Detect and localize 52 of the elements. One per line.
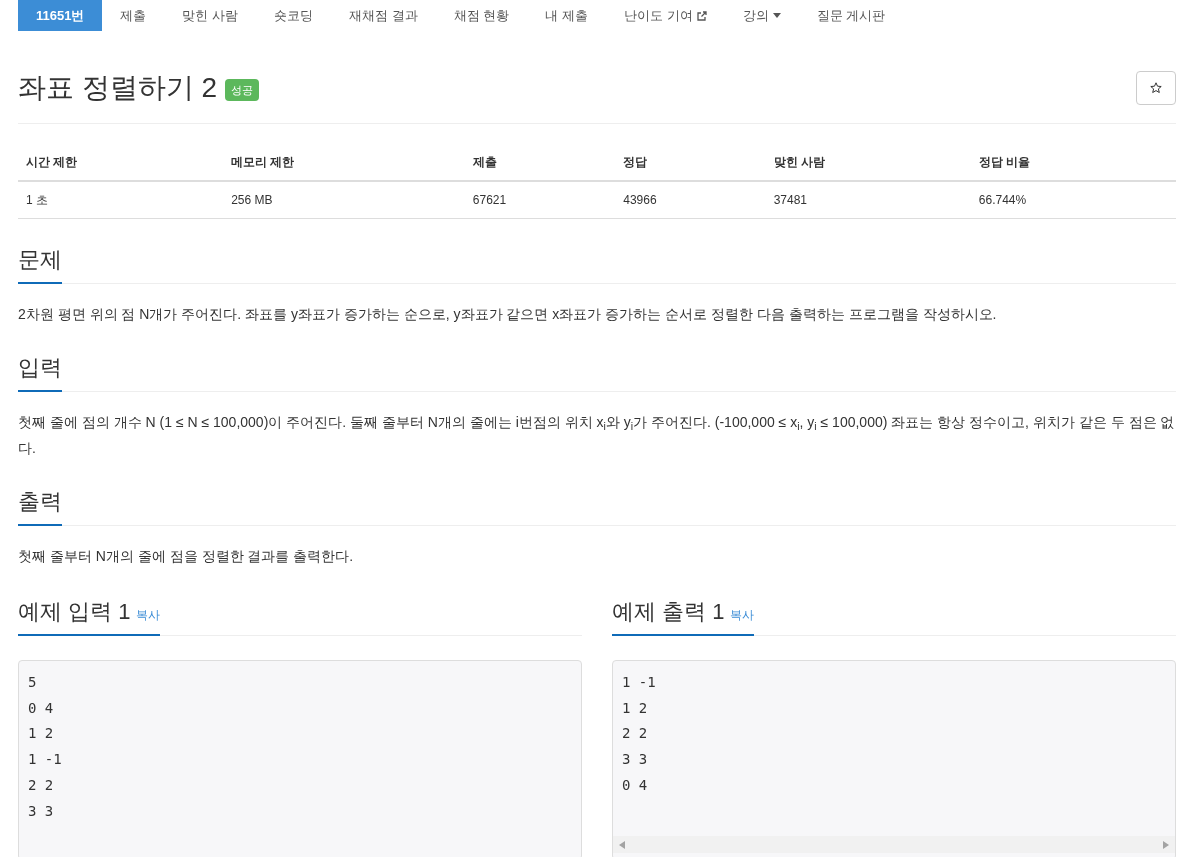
nav-tab[interactable]: 난이도 기여 <box>605 0 725 31</box>
table-cell: 1 초 <box>18 181 224 219</box>
external-link-icon <box>696 10 707 21</box>
nav-tab[interactable]: 숏코딩 <box>256 0 332 31</box>
star-button[interactable] <box>1136 71 1176 105</box>
status-label: 성공 <box>225 78 260 101</box>
table-cell: 37481 <box>765 181 971 219</box>
table-cell: 256 MB <box>223 181 465 219</box>
section-heading: 예제 출력 1 <box>612 598 725 626</box>
scroll-right-icon[interactable] <box>1163 840 1169 849</box>
code-line: 3 3 <box>622 750 649 770</box>
nav-tab[interactable]: 재채점 결과 <box>331 0 436 31</box>
nav-tab[interactable]: 질문 게시판 <box>798 0 904 31</box>
nav-tab[interactable]: 제출 <box>102 0 165 31</box>
code-line: 2 2 <box>28 775 55 795</box>
column-header: 정답 <box>615 144 766 181</box>
scroll-left-icon[interactable] <box>619 840 625 849</box>
section-heading: 문제 <box>18 243 62 284</box>
horizontal-scrollbar[interactable] <box>613 836 1175 853</box>
table-cell: 66.744% <box>970 181 1176 219</box>
code-line: 1 -1 <box>622 673 657 692</box>
section-heading: 입력 <box>18 351 62 392</box>
section-heading: 예제 입력 1 <box>18 598 131 626</box>
problem-title: 좌표 정렬하기 2 <box>18 74 218 102</box>
code-line: 1 2 <box>28 724 55 744</box>
nav-tab[interactable]: 11651번 <box>18 0 103 31</box>
nav-tab[interactable]: 채점 현황 <box>435 0 528 31</box>
nav-tab[interactable]: 맞힌 사람 <box>164 0 257 31</box>
column-header: 제출 <box>464 144 616 181</box>
column-header: 정답 비율 <box>970 144 1176 181</box>
table-cell: 67621 <box>464 181 616 219</box>
code-line: 0 4 <box>622 775 649 795</box>
code-line: 1 -1 <box>28 750 63 770</box>
column-header: 시간 제한 <box>18 144 224 181</box>
star-icon <box>1150 82 1162 94</box>
nav-tab[interactable]: 강의 <box>724 0 799 31</box>
code-line: 5 <box>28 673 38 692</box>
code-line: 3 3 <box>28 801 55 821</box>
nav-tab[interactable]: 내 제출 <box>527 0 606 31</box>
section-heading: 출력 <box>18 485 62 526</box>
code-line: 1 2 <box>622 698 649 718</box>
caret-icon <box>772 13 781 18</box>
copy-link[interactable]: 복사 <box>136 606 161 624</box>
section-text: 2차원 평면 위의 점 N개가 주어진다. 좌표를 y좌표가 증가하는 순으로, y좌표가 같으면 x좌표가 증가하는 순서로 정렬한 다음 출력하는 프로그램을 작성하시오. <box>18 305 998 324</box>
column-header: 맞힌 사람 <box>765 144 971 181</box>
code-line: 0 4 <box>28 698 55 718</box>
table-cell: 43966 <box>615 181 766 219</box>
code-line: 2 2 <box>622 724 649 744</box>
copy-link[interactable]: 복사 <box>730 606 755 624</box>
section-text: 첫째 줄부터 N개의 줄에 점을 정렬한 결과를 출력한다. <box>18 547 355 566</box>
column-header: 메모리 제한 <box>223 144 465 181</box>
section-text: 첫째 줄에 점의 개수 N (1 ≤ N ≤ 100,000)이 주어진다. 둘째 줄부터 N개의 줄에는 i번점의 위치 x$_{i}$와 y$_{i}$가 주어진다. (-100,000 ≤ x$_{i}$, y$_{i}$ ≤ 100,000) 좌표는 항상 정수이고, 위치가 같은 두 점은 없다. <box>18 413 1176 458</box>
